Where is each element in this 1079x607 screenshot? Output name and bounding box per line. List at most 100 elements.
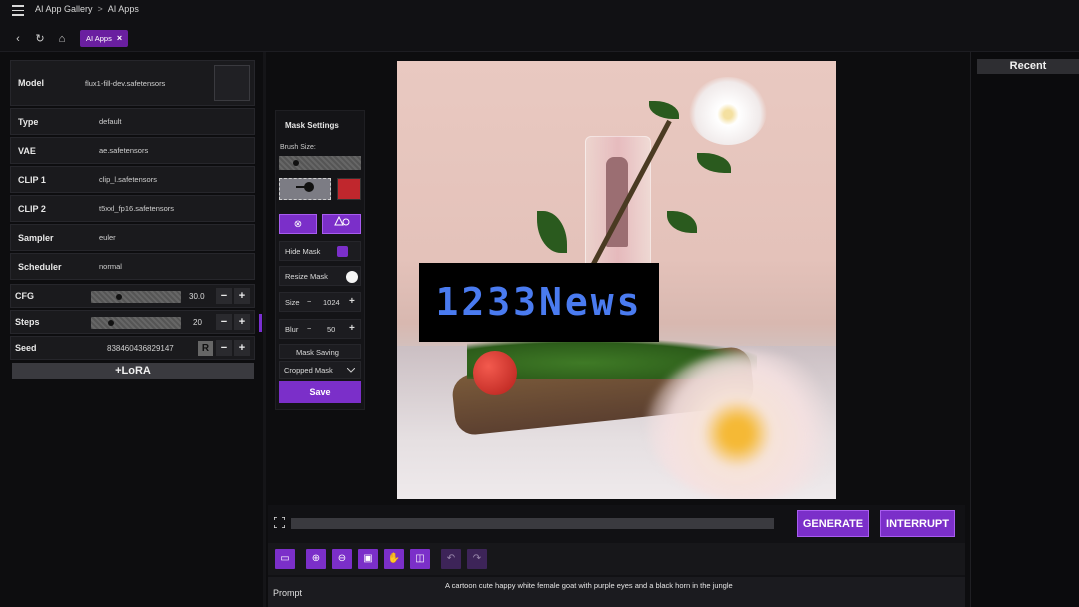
leaf xyxy=(649,101,679,119)
progress-bar xyxy=(291,518,774,529)
breadcrumb-current[interactable]: AI Apps xyxy=(108,4,139,14)
brush-icon xyxy=(296,182,314,192)
seed-value[interactable]: 838460436829147 xyxy=(107,344,174,353)
fullscreen-icon[interactable] xyxy=(274,517,285,528)
zoom-out-icon[interactable]: ⊖ xyxy=(332,549,352,569)
add-lora-button[interactable]: +LoRA xyxy=(12,363,254,379)
white-flower xyxy=(689,77,767,145)
reload-icon[interactable]: ↻ xyxy=(32,31,48,47)
clip1-row[interactable]: CLIP 1 clip_l.safetensors xyxy=(10,166,255,193)
resize-mask-toggle[interactable] xyxy=(346,271,358,283)
brush-color-swatch[interactable] xyxy=(337,178,361,200)
hand-pan-icon[interactable]: ✋ xyxy=(384,549,404,569)
steps-slider[interactable] xyxy=(91,317,181,329)
model-label: Model xyxy=(18,78,44,88)
redo-icon[interactable]: ↷ xyxy=(467,549,487,569)
image-icon[interactable]: ▣ xyxy=(358,549,378,569)
size-row: Size − 1024 + xyxy=(279,292,361,312)
interrupt-button[interactable]: INTERRUPT xyxy=(880,510,955,537)
seed-plus-button[interactable]: + xyxy=(234,340,250,356)
back-icon[interactable]: ‹ xyxy=(10,31,26,47)
settings-panel: Model flux1-fill-dev.safetensors Type de… xyxy=(10,60,255,380)
top-bar: AI App Gallery > AI Apps ‹ ↻ ⌂ AI Apps × xyxy=(0,0,1079,52)
size-minus-button[interactable]: − xyxy=(307,297,311,306)
generate-button[interactable]: GENERATE xyxy=(797,510,869,537)
scheduler-row[interactable]: Scheduler normal xyxy=(10,253,255,280)
breadcrumb-separator: > xyxy=(97,4,103,14)
hide-mask-toggle[interactable] xyxy=(337,246,348,257)
prompt-textarea[interactable]: A cartoon cute happy white female goat w… xyxy=(445,581,733,590)
model-thumbnail xyxy=(214,65,250,101)
cfg-label: CFG xyxy=(15,291,34,301)
steps-minus-button[interactable]: − xyxy=(216,314,232,330)
fit-screen-icon[interactable]: ▭ xyxy=(275,549,295,569)
mask-shape-icon xyxy=(333,215,349,226)
clip1-label: CLIP 1 xyxy=(18,174,46,185)
recent-panel: Recent xyxy=(970,52,1079,607)
home-icon[interactable]: ⌂ xyxy=(54,31,70,47)
bottom-panel: GENERATE INTERRUPT ▭ ⊕ ⊖ ▣ ✋ ◫ ↶ ↷ Promp… xyxy=(268,505,965,607)
tab-ai-apps[interactable]: AI Apps × xyxy=(80,30,129,47)
watermark: 1233News xyxy=(419,263,659,342)
seed-row: Seed 838460436829147 R − + xyxy=(10,336,255,360)
type-label: Type xyxy=(18,116,39,127)
recent-header[interactable]: Recent xyxy=(977,59,1079,74)
steps-slider-knob[interactable] xyxy=(107,320,114,326)
type-value[interactable]: default xyxy=(99,117,122,126)
brush-tool-button[interactable] xyxy=(279,178,331,200)
vae-row[interactable]: VAE ae.safetensors xyxy=(10,137,255,164)
scheduler-value[interactable]: normal xyxy=(99,262,122,271)
blur-minus-button[interactable]: − xyxy=(307,324,311,333)
vae-value[interactable]: ae.safetensors xyxy=(99,146,148,155)
steps-label: Steps xyxy=(15,317,40,327)
mask-saving-label: Mask Saving xyxy=(296,348,339,357)
blur-row: Blur − 50 + xyxy=(279,319,361,339)
sampler-label: Sampler xyxy=(18,232,54,243)
blur-plus-button[interactable]: + xyxy=(349,323,355,334)
clear-icon: ⊗ xyxy=(293,219,303,230)
zoom-in-icon[interactable]: ⊕ xyxy=(306,549,326,569)
leaf xyxy=(667,211,697,233)
chevron-down-icon xyxy=(347,368,355,373)
size-plus-button[interactable]: + xyxy=(349,296,355,307)
clip1-value[interactable]: clip_l.safetensors xyxy=(99,175,157,184)
cfg-minus-button[interactable]: − xyxy=(216,288,232,304)
leaf xyxy=(697,153,731,173)
clear-mask-button[interactable]: ⊗ xyxy=(279,214,317,234)
leaf xyxy=(537,211,567,253)
left-resize-handle[interactable] xyxy=(259,314,262,332)
type-row[interactable]: Type default xyxy=(10,108,255,135)
menu-icon[interactable] xyxy=(12,5,24,16)
mask-saving-select[interactable]: Cropped Mask xyxy=(279,361,361,379)
blur-value[interactable]: 50 xyxy=(327,325,335,334)
brush-size-knob[interactable] xyxy=(293,160,299,166)
hide-mask-row: Hide Mask xyxy=(279,241,361,261)
nav-row: ‹ ↻ ⌂ AI Apps × xyxy=(10,30,129,47)
breadcrumb: AI App Gallery > AI Apps xyxy=(35,4,139,14)
cfg-slider-knob[interactable] xyxy=(116,294,123,300)
size-value[interactable]: 1024 xyxy=(323,298,340,307)
clip2-value[interactable]: t5xxl_fp16.safetensors xyxy=(99,204,174,213)
model-value[interactable]: flux1-fill-dev.safetensors xyxy=(85,79,165,88)
undo-icon[interactable]: ↶ xyxy=(441,549,461,569)
invert-mask-button[interactable] xyxy=(322,214,361,234)
clip2-row[interactable]: CLIP 2 t5xxl_fp16.safetensors xyxy=(10,195,255,222)
canvas-toolbar: ▭ ⊕ ⊖ ▣ ✋ ◫ ↶ ↷ xyxy=(268,543,965,575)
hide-mask-label: Hide Mask xyxy=(285,247,321,256)
sampler-row[interactable]: Sampler euler xyxy=(10,224,255,251)
compare-icon[interactable]: ◫ xyxy=(410,549,430,569)
model-row[interactable]: Model flux1-fill-dev.safetensors xyxy=(10,60,255,106)
steps-plus-button[interactable]: + xyxy=(234,314,250,330)
random-seed-button[interactable]: R xyxy=(198,341,213,356)
brush-size-slider[interactable] xyxy=(279,156,361,170)
cfg-slider[interactable] xyxy=(91,291,181,303)
red-ball xyxy=(473,351,517,395)
mask-saving-option: Cropped Mask xyxy=(284,366,333,375)
sampler-value[interactable]: euler xyxy=(99,233,116,242)
seed-minus-button[interactable]: − xyxy=(216,340,232,356)
save-mask-button[interactable]: Save xyxy=(279,381,361,403)
breadcrumb-root[interactable]: AI App Gallery xyxy=(35,4,93,14)
close-icon[interactable]: × xyxy=(117,30,122,47)
cfg-plus-button[interactable]: + xyxy=(234,288,250,304)
mask-saving-row: Mask Saving xyxy=(279,344,361,359)
